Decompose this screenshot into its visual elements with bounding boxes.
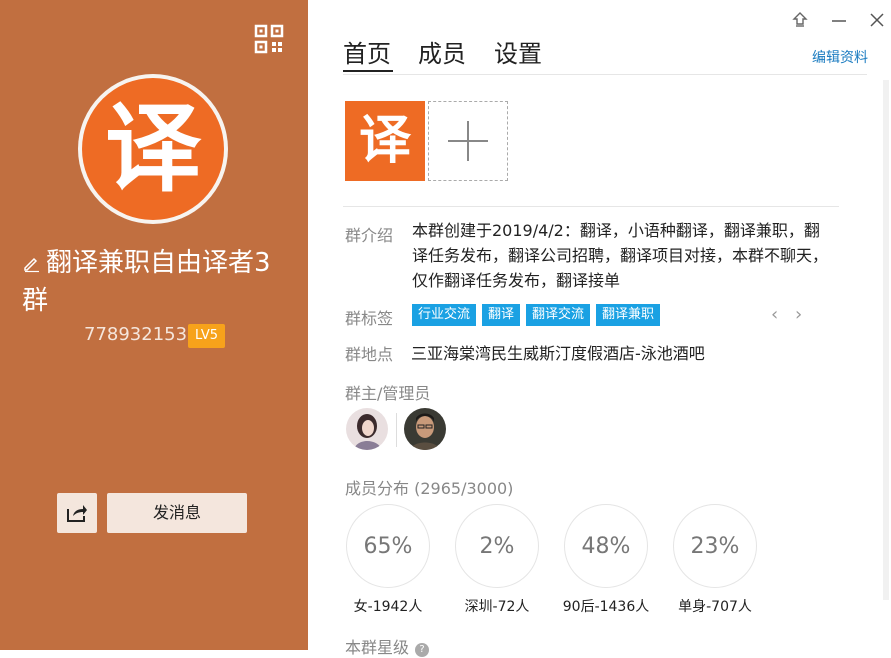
distribution-value: 48% — [564, 504, 648, 588]
tags-list: 行业交流 翻译 翻译交流 翻译兼职 — [412, 304, 661, 326]
tab-members[interactable]: 成员 — [418, 34, 466, 69]
edit-icon[interactable] — [22, 246, 42, 273]
intro-text: 本群创建于2019/4/2：翻译，小语种翻译，翻译兼职，翻译任务发布，翻译公司招… — [412, 221, 829, 290]
owner-avatar[interactable] — [346, 408, 388, 450]
share-button[interactable] — [57, 493, 97, 533]
distribution-label: 90后-1436人 — [562, 599, 650, 615]
distribution-label: 单身-707人 — [678, 599, 752, 615]
distribution-value: 2% — [455, 504, 539, 588]
share-icon — [67, 505, 87, 522]
send-message-button[interactable]: 发消息 — [107, 493, 247, 533]
distribution-item: 65% 女-1942人 — [333, 504, 443, 616]
group-profile-panel: 译 翻译兼职自由译者3群 778932153 LV5 发消息 — [0, 0, 308, 650]
edit-profile-link[interactable]: 编辑资料 — [812, 47, 868, 67]
scrollbar[interactable] — [883, 80, 889, 600]
star-level-text: 本群星级 — [345, 638, 410, 657]
distribution-label: 女-1942人 — [353, 599, 423, 615]
group-photo-thumbnail[interactable]: 译 — [345, 101, 425, 181]
pin-icon[interactable] — [792, 12, 808, 32]
location-text: 三亚海棠湾民生威斯汀度假酒店-泳池酒吧 — [411, 344, 705, 363]
distribution-item: 23% 单身-707人 — [660, 504, 770, 616]
distribution-value: 65% — [346, 504, 430, 588]
location-label: 群地点 — [345, 345, 394, 364]
admin-divider — [396, 413, 397, 447]
star-level-title: 本群星级? — [345, 634, 430, 658]
admins-title: 群主/管理员 — [345, 384, 431, 403]
distribution-item: 48% 90后-1436人 — [551, 504, 661, 616]
tags-label: 群标签 — [345, 309, 394, 328]
distribution-item: 2% 深圳-72人 — [442, 504, 552, 616]
section-divider — [343, 206, 839, 207]
group-avatar-char: 译 — [82, 78, 224, 220]
tag[interactable]: 翻译 — [482, 304, 521, 326]
tab-home[interactable]: 首页 — [343, 34, 391, 69]
tag[interactable]: 翻译交流 — [526, 304, 591, 326]
distribution-title-text: 成员分布 — [345, 479, 410, 498]
chevron-right-icon[interactable]: › — [795, 304, 802, 325]
admin-avatar[interactable] — [404, 408, 446, 450]
distribution-title: 成员分布 (2965/3000) — [345, 475, 513, 499]
tab-settings[interactable]: 设置 — [494, 34, 542, 69]
help-icon[interactable]: ? — [415, 643, 430, 657]
member-count: (2965/3000) — [414, 479, 514, 498]
tabs-divider — [343, 74, 867, 75]
group-name: 翻译兼职自由译者3群 — [22, 244, 292, 320]
active-tab-indicator — [343, 70, 393, 72]
distribution-value: 23% — [673, 504, 757, 588]
group-avatar[interactable]: 译 — [78, 74, 228, 224]
add-photo-button[interactable] — [428, 101, 508, 181]
chevron-left-icon[interactable]: ‹ — [771, 304, 778, 325]
group-name-text: 翻译兼职自由译者3群 — [22, 248, 271, 316]
minimize-icon[interactable] — [831, 12, 847, 32]
tag[interactable]: 翻译兼职 — [596, 304, 661, 326]
tag[interactable]: 行业交流 — [412, 304, 477, 326]
distribution-label: 深圳-72人 — [464, 599, 530, 615]
qr-code-icon[interactable] — [254, 24, 284, 54]
group-id: 778932153 — [84, 324, 188, 345]
intro-label: 群介绍 — [345, 226, 394, 245]
level-badge: LV5 — [188, 324, 225, 348]
close-icon[interactable] — [869, 12, 885, 32]
